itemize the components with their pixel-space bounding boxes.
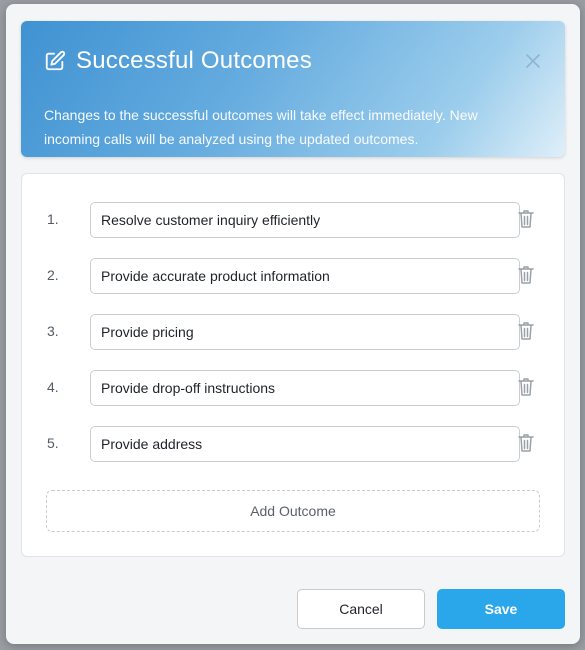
outcome-row: 5. Provide address [22, 426, 564, 462]
trash-icon[interactable] [516, 208, 536, 230]
close-icon[interactable] [523, 51, 543, 71]
outcome-input[interactable]: Provide drop-off instructions [90, 370, 520, 406]
modal-title: Successful Outcomes [76, 47, 312, 74]
outcome-row: 1. Resolve customer inquiry efficiently [22, 202, 564, 238]
successful-outcomes-modal: Successful Outcomes Changes to the succe… [6, 4, 580, 644]
outcome-input[interactable]: Provide accurate product information [90, 258, 520, 294]
trash-icon[interactable] [516, 432, 536, 454]
outcome-row: 4. Provide drop-off instructions [22, 370, 564, 406]
modal-header: Successful Outcomes Changes to the succe… [21, 21, 565, 157]
add-outcome-button[interactable]: Add Outcome [46, 490, 540, 532]
outcome-number: 5. [47, 435, 59, 451]
edit-icon [45, 50, 66, 71]
save-button[interactable]: Save [437, 589, 565, 629]
outcome-input[interactable]: Provide address [90, 426, 520, 462]
outcome-number: 1. [47, 211, 59, 227]
outcome-number: 4. [47, 379, 59, 395]
outcome-number: 3. [47, 323, 59, 339]
trash-icon[interactable] [516, 320, 536, 342]
outcome-row: 3. Provide pricing [22, 314, 564, 350]
modal-subtitle: Changes to the successful outcomes will … [44, 107, 478, 147]
outcome-input[interactable]: Provide pricing [90, 314, 520, 350]
trash-icon[interactable] [516, 376, 536, 398]
trash-icon[interactable] [516, 264, 536, 286]
cancel-button[interactable]: Cancel [297, 589, 425, 629]
outcome-row: 2. Provide accurate product information [22, 258, 564, 294]
outcome-number: 2. [47, 267, 59, 283]
outcome-input[interactable]: Resolve customer inquiry efficiently [90, 202, 520, 238]
outcomes-card: 1. Resolve customer inquiry efficiently … [21, 173, 565, 557]
